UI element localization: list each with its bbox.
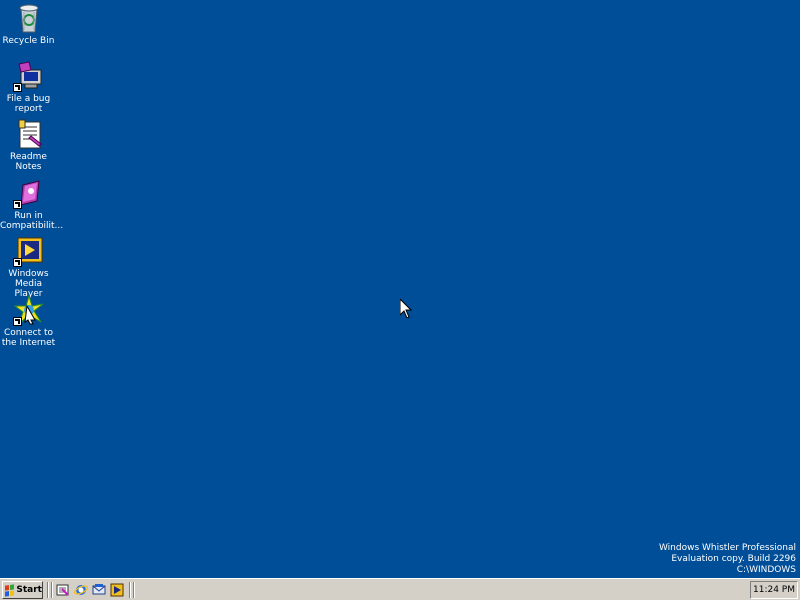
desktop-icon-run-in-compatibility[interactable]: Run in Compatibilit...: [0, 177, 64, 231]
outlook-express-icon[interactable]: [92, 583, 106, 597]
bug-report-icon: [12, 60, 45, 92]
windows-logo-icon: [5, 583, 15, 597]
readme-notes-icon: [13, 118, 45, 150]
start-button[interactable]: Start: [2, 581, 43, 599]
desktop-icon-label: Connect to the Internet: [1, 328, 56, 348]
desktop-icon-label: Run in Compatibilit...: [0, 211, 64, 231]
desktop-icon-label: File a bug report: [6, 94, 51, 114]
shortcut-arrow-icon: [12, 258, 22, 267]
shortcut-arrow-icon: [12, 200, 22, 209]
shortcut-arrow-icon: [12, 317, 22, 326]
system-tray: 11:24 PM: [750, 581, 798, 599]
clock[interactable]: 11:24 PM: [753, 585, 795, 595]
desktop-icon-file-bug-report[interactable]: File a bug report: [0, 60, 57, 114]
desktop-icon-label: Recycle Bin: [2, 36, 55, 46]
compatibility-icon: [12, 177, 45, 209]
desktop-icon-readme-notes[interactable]: Readme Notes: [0, 118, 57, 172]
desktop-icon-windows-media-player[interactable]: Windows Media Player: [0, 235, 57, 299]
taskbar-separator: [47, 582, 49, 598]
desktop-icon-connect-to-internet[interactable]: Connect to the Internet: [0, 294, 57, 348]
desktop[interactable]: Recycle Bin File a bug report Readme Not…: [0, 0, 800, 600]
start-button-label: Start: [16, 585, 42, 595]
taskbar: Start 11:24 PM: [0, 578, 800, 600]
shortcut-arrow-icon: [12, 83, 22, 92]
internet-explorer-icon[interactable]: [74, 583, 88, 597]
watermark-line: C:\WINDOWS: [736, 565, 796, 575]
taskbar-separator: [129, 582, 131, 598]
watermark-line: Windows Whistler Professional: [658, 543, 796, 553]
media-player-icon[interactable]: [110, 583, 124, 597]
mouse-cursor-icon: [400, 299, 412, 318]
connect-internet-icon: [12, 294, 45, 326]
desktop-icon-label: Readme Notes: [10, 152, 47, 172]
show-desktop-icon[interactable]: [56, 583, 70, 597]
recycle-bin-icon: [13, 2, 45, 34]
watermark-line: Evaluation copy. Build 2296: [671, 554, 796, 564]
taskbar-separator: [133, 582, 135, 598]
taskbar-separator: [51, 582, 53, 598]
build-watermark: Windows Whistler Professional Evaluation…: [659, 543, 796, 576]
desktop-icon-recycle-bin[interactable]: Recycle Bin: [0, 2, 57, 46]
media-player-icon: [12, 235, 45, 267]
